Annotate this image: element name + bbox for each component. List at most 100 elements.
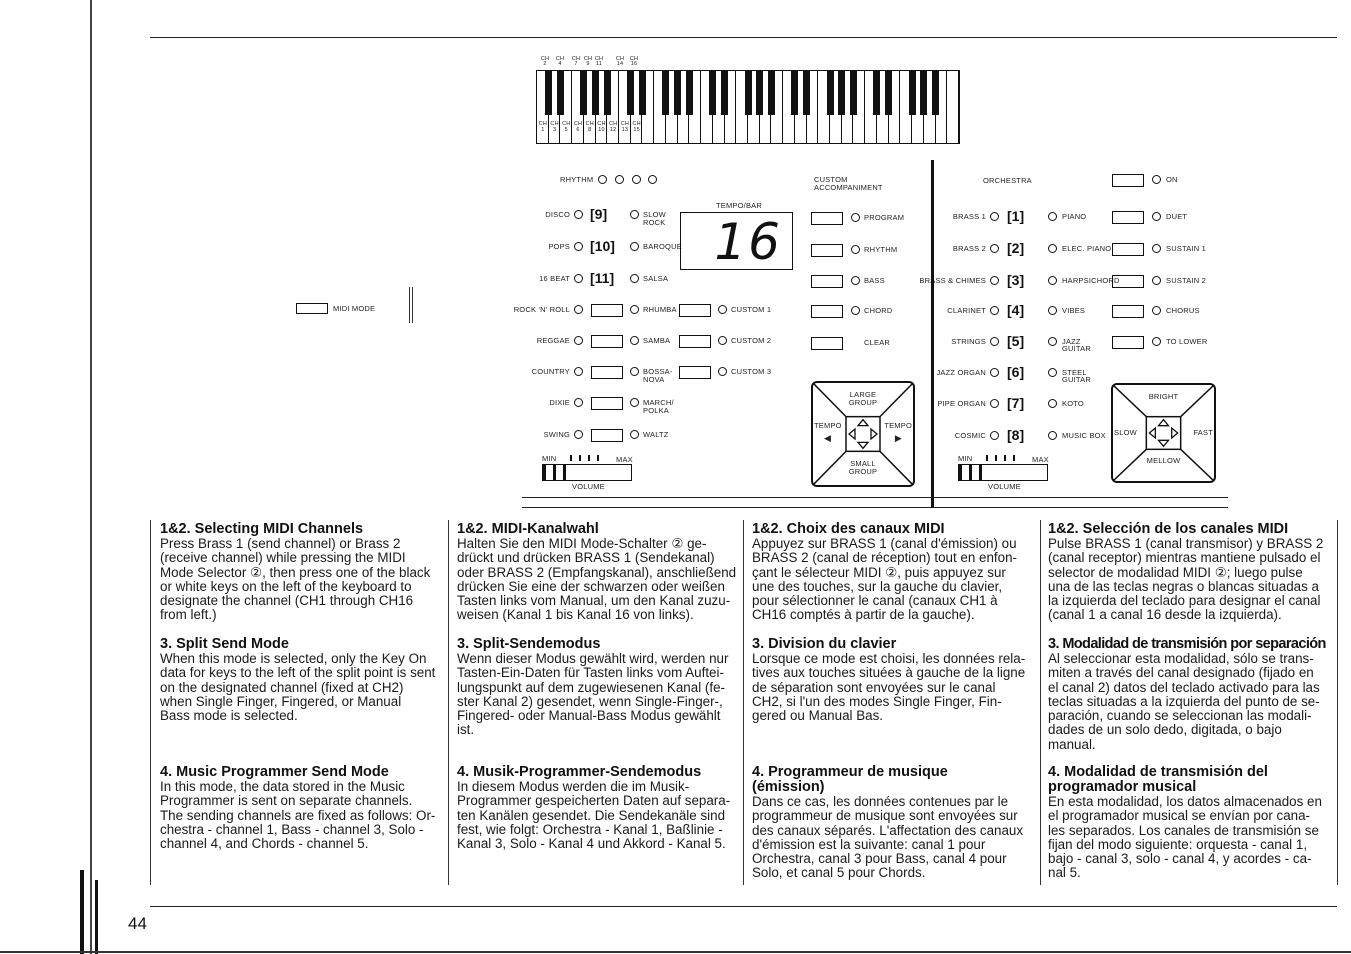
black-key[interactable]: [627, 71, 635, 115]
rhythm-number-button[interactable]: [11]: [590, 271, 614, 285]
rhythm-led: [574, 274, 583, 283]
black-key[interactable]: [838, 71, 846, 115]
custom-button[interactable]: [679, 304, 711, 317]
voice-name: CLARINET: [947, 306, 986, 315]
voice-name: KOTO: [1062, 399, 1084, 408]
voice-number-button[interactable]: [1]: [1007, 209, 1024, 223]
black-key[interactable]: [603, 71, 611, 115]
custom-button[interactable]: [679, 366, 711, 379]
custom-accompaniment-button[interactable]: [811, 337, 843, 350]
voice-led: [1048, 399, 1057, 408]
black-key[interactable]: [592, 71, 600, 115]
panel-rule: [522, 497, 1228, 498]
column-divider: [743, 520, 744, 885]
orchestra-function-label: SUSTAIN 2: [1166, 276, 1207, 285]
voice-number-button[interactable]: [5]: [1007, 334, 1024, 348]
black-key[interactable]: [639, 71, 646, 115]
rhythm-button[interactable]: [591, 366, 623, 379]
orchestra-function-button[interactable]: [1112, 243, 1144, 256]
voice-led: [990, 431, 999, 440]
black-key[interactable]: [662, 71, 670, 115]
rhythm-button[interactable]: [591, 397, 623, 410]
rhythm-led: [574, 305, 583, 314]
section-body: Lorsque ce mode est choisi, les données …: [752, 651, 1026, 724]
custom-accompaniment-button[interactable]: [811, 305, 843, 318]
voice-number-button[interactable]: [8]: [1007, 428, 1024, 442]
rhythm-button[interactable]: [591, 304, 623, 317]
custom-accompaniment-led: [851, 213, 860, 222]
volume-tick: [1004, 455, 1006, 461]
custom-accompaniment-button[interactable]: [811, 212, 843, 225]
black-key[interactable]: [908, 71, 916, 115]
rhythm-name: ROCK 'N' ROLL: [513, 305, 570, 314]
black-key[interactable]: [803, 71, 811, 115]
rhythm-number-button[interactable]: [9]: [590, 207, 607, 221]
white-key-channel-label: CH 10: [597, 121, 606, 133]
black-key[interactable]: [756, 71, 764, 115]
voice-number-button[interactable]: [6]: [1007, 365, 1024, 379]
black-key[interactable]: [873, 71, 881, 115]
black-key[interactable]: [556, 71, 564, 115]
voice-led: [990, 399, 999, 408]
black-key[interactable]: [709, 71, 717, 115]
voice-number-button[interactable]: [2]: [1007, 241, 1024, 255]
rhythm-led: [630, 305, 639, 314]
custom-accompaniment-label: BASS: [864, 276, 885, 285]
custom-button[interactable]: [679, 335, 711, 348]
black-key-channel-label: CH 7: [571, 56, 581, 67]
rhythm-name: BOSSA-NOVA: [643, 367, 673, 384]
voice-number-button[interactable]: [7]: [1007, 396, 1024, 410]
rhythm-button[interactable]: [591, 429, 623, 442]
black-key[interactable]: [850, 71, 857, 115]
black-key[interactable]: [932, 71, 940, 115]
section-body: Dans ce cas, les données contenues par l…: [752, 794, 1024, 881]
tempo-down-arrow-icon: ◀: [824, 433, 832, 443]
manual-page: 44 MIDI MODE CH 2 CH 4 CH 7 CH 9 CH 11 CH 14 C…: [0, 0, 1351, 954]
custom-accompaniment-button[interactable]: [811, 244, 843, 257]
voice-number-button[interactable]: [3]: [1007, 273, 1024, 287]
black-key[interactable]: [744, 71, 752, 115]
rhythm-volume-slider[interactable]: [542, 464, 632, 481]
black-key[interactable]: [545, 71, 553, 115]
black-key[interactable]: [674, 71, 682, 115]
orchestra-function-button[interactable]: [1112, 305, 1144, 318]
volume-slider-handle[interactable]: [959, 465, 982, 480]
orchestra-volume-slider[interactable]: [958, 464, 1048, 481]
black-key[interactable]: [826, 71, 834, 115]
black-key[interactable]: [580, 71, 588, 115]
pad-up-label: BRIGHT: [1148, 391, 1179, 401]
midi-mode-button[interactable]: [296, 303, 328, 314]
orchestra-function-button[interactable]: [1112, 211, 1144, 224]
custom-led: [718, 336, 727, 345]
white-key[interactable]: [947, 71, 959, 143]
orchestra-function-label: SUSTAIN 1: [1166, 244, 1207, 253]
orchestra-function-button[interactable]: [1112, 174, 1144, 187]
volume-tick: [570, 455, 572, 461]
section: 4. Modalidad de transmisión del programa…: [1048, 765, 1338, 881]
black-key[interactable]: [685, 71, 693, 115]
section-heading: 4. Programmeur de musique (émission): [752, 764, 948, 795]
black-key[interactable]: [721, 71, 729, 115]
rhythm-number-button[interactable]: [10]: [590, 239, 615, 253]
voice-led: [1048, 368, 1057, 377]
black-key[interactable]: [767, 71, 775, 115]
section: 3. Division du clavier Lorsque ce mode es…: [752, 637, 1037, 723]
orchestra-function-button[interactable]: [1112, 336, 1144, 349]
black-key-channel-label: CH 9: [583, 56, 593, 67]
black-key[interactable]: [791, 71, 799, 115]
volume-max-label: MAX: [1032, 455, 1049, 464]
black-key[interactable]: [885, 71, 893, 115]
voice-name: STRINGS: [951, 337, 986, 346]
voice-name: BRASS & CHIMES: [919, 276, 986, 285]
rhythm-button[interactable]: [591, 335, 623, 348]
custom-accompaniment-button[interactable]: [811, 275, 843, 288]
black-key-channel-label: CH 16: [629, 56, 639, 67]
orchestra-function-led: [1152, 212, 1161, 221]
voice-number-button[interactable]: [4]: [1007, 303, 1024, 317]
volume-slider-handle[interactable]: [543, 465, 566, 480]
black-key[interactable]: [920, 71, 928, 115]
voice-led: [990, 337, 999, 346]
white-key-channel-label: CH 6: [573, 121, 583, 133]
orchestra-function-button[interactable]: [1112, 275, 1144, 288]
tone-speed-pad[interactable]: BRIGHT MELLOW SLOW FAST: [1111, 383, 1216, 483]
